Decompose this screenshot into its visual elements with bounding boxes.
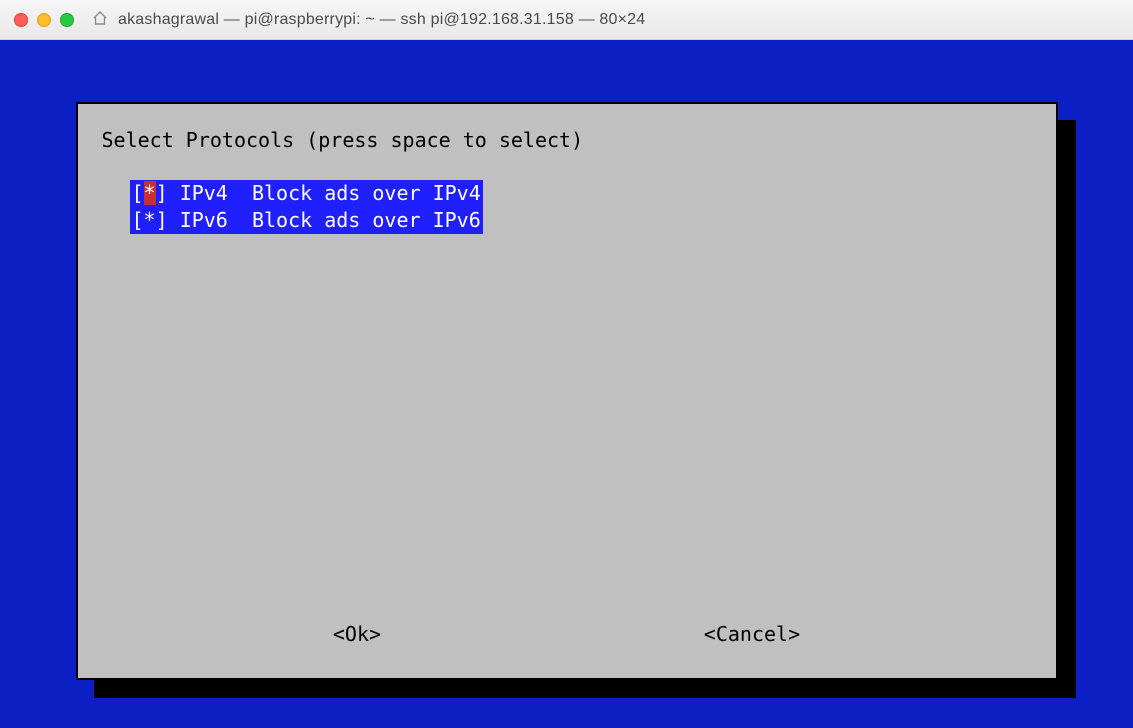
close-window-button[interactable] — [14, 13, 28, 27]
cancel-button[interactable]: <Cancel> — [704, 622, 800, 646]
option-desc: Block ads over IPv4 — [252, 181, 481, 205]
option-ipv4[interactable]: [*] IPv4 Block ads over IPv4 — [130, 180, 483, 207]
option-desc: Block ads over IPv6 — [252, 208, 481, 232]
traffic-lights — [14, 13, 74, 27]
option-tag: IPv4 — [180, 181, 228, 205]
whiptail-dialog: Select Protocols (press space to select)… — [76, 102, 1058, 680]
dialog-buttons: <Ok> <Cancel> — [102, 622, 1032, 664]
terminal-area: Select Protocols (press space to select)… — [0, 40, 1133, 728]
home-icon — [92, 10, 108, 30]
window-titlebar: akashagrawal — pi@raspberrypi: ~ — ssh p… — [0, 0, 1133, 40]
minimize-window-button[interactable] — [37, 13, 51, 27]
dialog-title: Select Protocols (press space to select) — [102, 128, 1032, 152]
checkbox-mark: * — [144, 181, 156, 205]
protocol-options-list: [*] IPv4 Block ads over IPv4 [*] IPv6 Bl… — [130, 180, 1032, 234]
checkbox-mark: * — [144, 208, 156, 232]
option-ipv6[interactable]: [*] IPv6 Block ads over IPv6 — [130, 207, 483, 234]
ok-button[interactable]: <Ok> — [333, 622, 381, 646]
window-title: akashagrawal — pi@raspberrypi: ~ — ssh p… — [118, 11, 645, 29]
option-tag: IPv6 — [180, 208, 228, 232]
dialog-spacer — [102, 234, 1032, 622]
dialog-container: Select Protocols (press space to select)… — [76, 102, 1058, 680]
zoom-window-button[interactable] — [60, 13, 74, 27]
